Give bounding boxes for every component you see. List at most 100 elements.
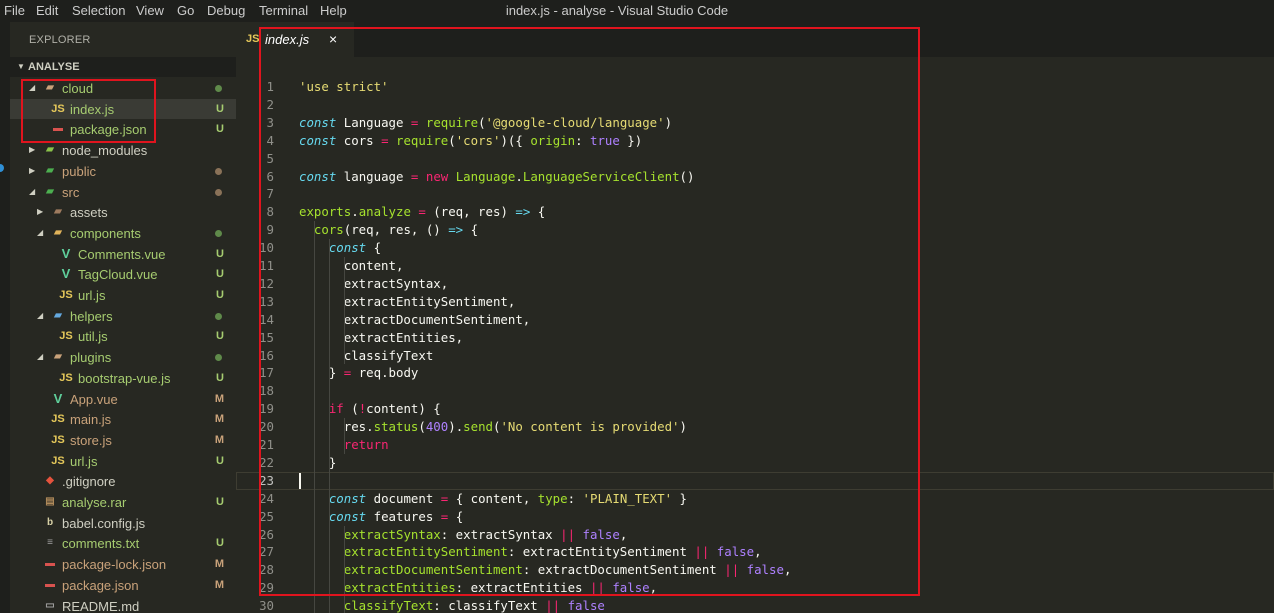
tree-item-app-vue[interactable]: V App.vue M	[10, 389, 236, 410]
git-status-dot-icon	[215, 188, 222, 196]
explorer-section-label: ANALYSE	[28, 61, 80, 73]
tree-item-label: util.js	[78, 329, 108, 345]
git-status-badge: M	[214, 578, 224, 591]
git-status-badge: M	[214, 558, 224, 571]
explorer-section-header[interactable]: ▼ ANALYSE	[10, 57, 236, 77]
tree-item-gitignore[interactable]: ◆ .gitignore	[10, 471, 236, 492]
tree-item-label: components	[70, 225, 141, 241]
archive-file-icon: ▤	[45, 496, 55, 507]
chevron-right-icon[interactable]: ▶	[37, 207, 45, 216]
chevron-down-icon[interactable]: ◢	[37, 228, 45, 237]
tree-item-label: node_modules	[62, 143, 148, 159]
activity-strip	[0, 22, 10, 613]
git-status-badge: U	[216, 537, 224, 550]
window-title: index.js - analyse - Visual Studio Code	[505, 3, 729, 18]
chevron-down-icon: ▼	[17, 62, 25, 71]
helpers-folder-icon: ▰	[54, 309, 62, 321]
activity-badge-icon	[0, 164, 4, 172]
js-file-icon: JS	[51, 413, 65, 426]
git-status-badge: M	[214, 392, 224, 405]
vue-file-icon: V	[53, 390, 63, 406]
chevron-down-icon[interactable]: ◢	[29, 187, 37, 196]
tree-item-label: url.js	[78, 288, 106, 303]
line-number: 30	[259, 598, 274, 613]
tree-item-public[interactable]: ▶ ▰ public	[10, 161, 236, 182]
js-file-icon: JS	[59, 289, 73, 301]
tree-item-label: App.vue	[70, 391, 118, 407]
node-folder-icon: ▰	[46, 144, 54, 156]
npm-file-icon: ▬	[45, 578, 55, 590]
git-status-badge: U	[216, 371, 224, 384]
tree-item-label: src	[62, 184, 80, 200]
code-token: ||	[545, 598, 561, 613]
tree-item-components[interactable]: ◢ ▰ components	[10, 223, 236, 244]
tree-item-comments-txt[interactable]: ≡ comments.txt U	[10, 533, 236, 554]
tree-item-package-lock-json[interactable]: ▬ package-lock.json M	[10, 554, 236, 575]
tree-item-label: bootstrap-vue.js	[78, 370, 171, 386]
chevron-down-icon[interactable]: ◢	[37, 352, 45, 361]
tree-item-label: package.json	[62, 577, 139, 593]
vue-file-icon: V	[61, 245, 71, 261]
tree-item-plugins[interactable]: ◢ ▰ plugins	[10, 347, 236, 368]
tree-item-src[interactable]: ◢ ▰ src	[10, 182, 236, 203]
js-file-icon: JS	[246, 33, 260, 45]
tree-item-label: babel.config.js	[62, 515, 146, 531]
tree-item-tagcloud-vue[interactable]: V TagCloud.vue U	[10, 264, 236, 285]
js-file-icon: JS	[59, 330, 73, 343]
tree-item-store-js[interactable]: JS store.js M	[10, 430, 236, 451]
assets-folder-icon: ▰	[54, 206, 62, 218]
tree-item-label: url.js	[70, 453, 98, 469]
explorer-title: EXPLORER	[29, 34, 91, 46]
folder-open-icon: ▰	[54, 351, 62, 363]
tree-item-analyse-rar[interactable]: ▤ analyse.rar U	[10, 492, 236, 513]
tree-item-readme-md[interactable]: ▭ README.md	[10, 596, 236, 613]
git-status-dot-icon	[215, 229, 222, 237]
code-text: classifyText: classifyText || false	[299, 597, 605, 613]
tree-item-helpers[interactable]: ◢ ▰ helpers	[10, 306, 236, 327]
tree-item-babel-config-js[interactable]: b babel.config.js	[10, 513, 236, 534]
src-folder-icon: ▰	[46, 185, 54, 197]
git-file-icon: ◆	[46, 475, 54, 487]
git-status-badge: U	[216, 247, 224, 260]
git-status-badge: U	[216, 454, 224, 467]
tree-item-label: helpers	[70, 308, 113, 324]
git-status-badge: M	[214, 433, 224, 446]
chevron-down-icon[interactable]: ◢	[37, 311, 45, 320]
git-status-dot-icon	[215, 85, 222, 92]
code-token: classifyText	[343, 598, 434, 613]
tree-item-label: .gitignore	[62, 474, 116, 490]
folder-open-icon: ▰	[54, 226, 62, 238]
tree-item-label: plugins	[70, 350, 112, 366]
git-status-badge: U	[216, 268, 224, 281]
vue-file-icon: V	[61, 266, 71, 282]
tree-item-label: store.js	[70, 432, 112, 448]
code-token: : classifyText	[433, 598, 546, 613]
title-bar: File Edit Selection View Go Debug Terminal Help…	[0, 0, 1274, 22]
tree-item-label: analyse.rar	[62, 495, 127, 510]
git-status-badge: U	[216, 123, 224, 136]
tree-item-url-js[interactable]: JS url.js U	[10, 451, 236, 472]
tree-item-package-json[interactable]: ▬ package.json M	[10, 575, 236, 596]
tree-item-label: assets	[70, 205, 108, 221]
js-file-icon: JS	[51, 454, 65, 467]
git-status-dot-icon	[215, 312, 222, 320]
chevron-right-icon[interactable]: ▶	[29, 145, 37, 154]
tree-item-label: TagCloud.vue	[78, 267, 158, 283]
code-token: false	[567, 598, 605, 613]
chevron-right-icon[interactable]: ▶	[29, 166, 37, 175]
tree-item-label: main.js	[70, 412, 112, 428]
tree-item-comments-vue[interactable]: V Comments.vue U	[10, 244, 236, 265]
code-line[interactable]: 30 classifyText: classifyText || false	[236, 597, 1274, 613]
tree-item-main-js[interactable]: JS main.js M	[10, 409, 236, 430]
tree-item-assets[interactable]: ▶ ▰ assets	[10, 202, 236, 223]
highlight-frame-editor	[259, 27, 920, 596]
tree-item-bootstrap-vue-js[interactable]: JS bootstrap-vue.js U	[10, 368, 236, 389]
tree-item-util-js[interactable]: JS util.js U	[10, 326, 236, 347]
babel-file-icon: b	[46, 516, 54, 528]
tree-item-url-js[interactable]: JS url.js U	[10, 285, 236, 306]
git-status-badge: M	[214, 413, 224, 426]
tree-item-label: public	[62, 163, 96, 179]
tree-item-node-modules[interactable]: ▶ ▰ node_modules	[10, 140, 236, 161]
git-status-badge: U	[216, 289, 224, 301]
